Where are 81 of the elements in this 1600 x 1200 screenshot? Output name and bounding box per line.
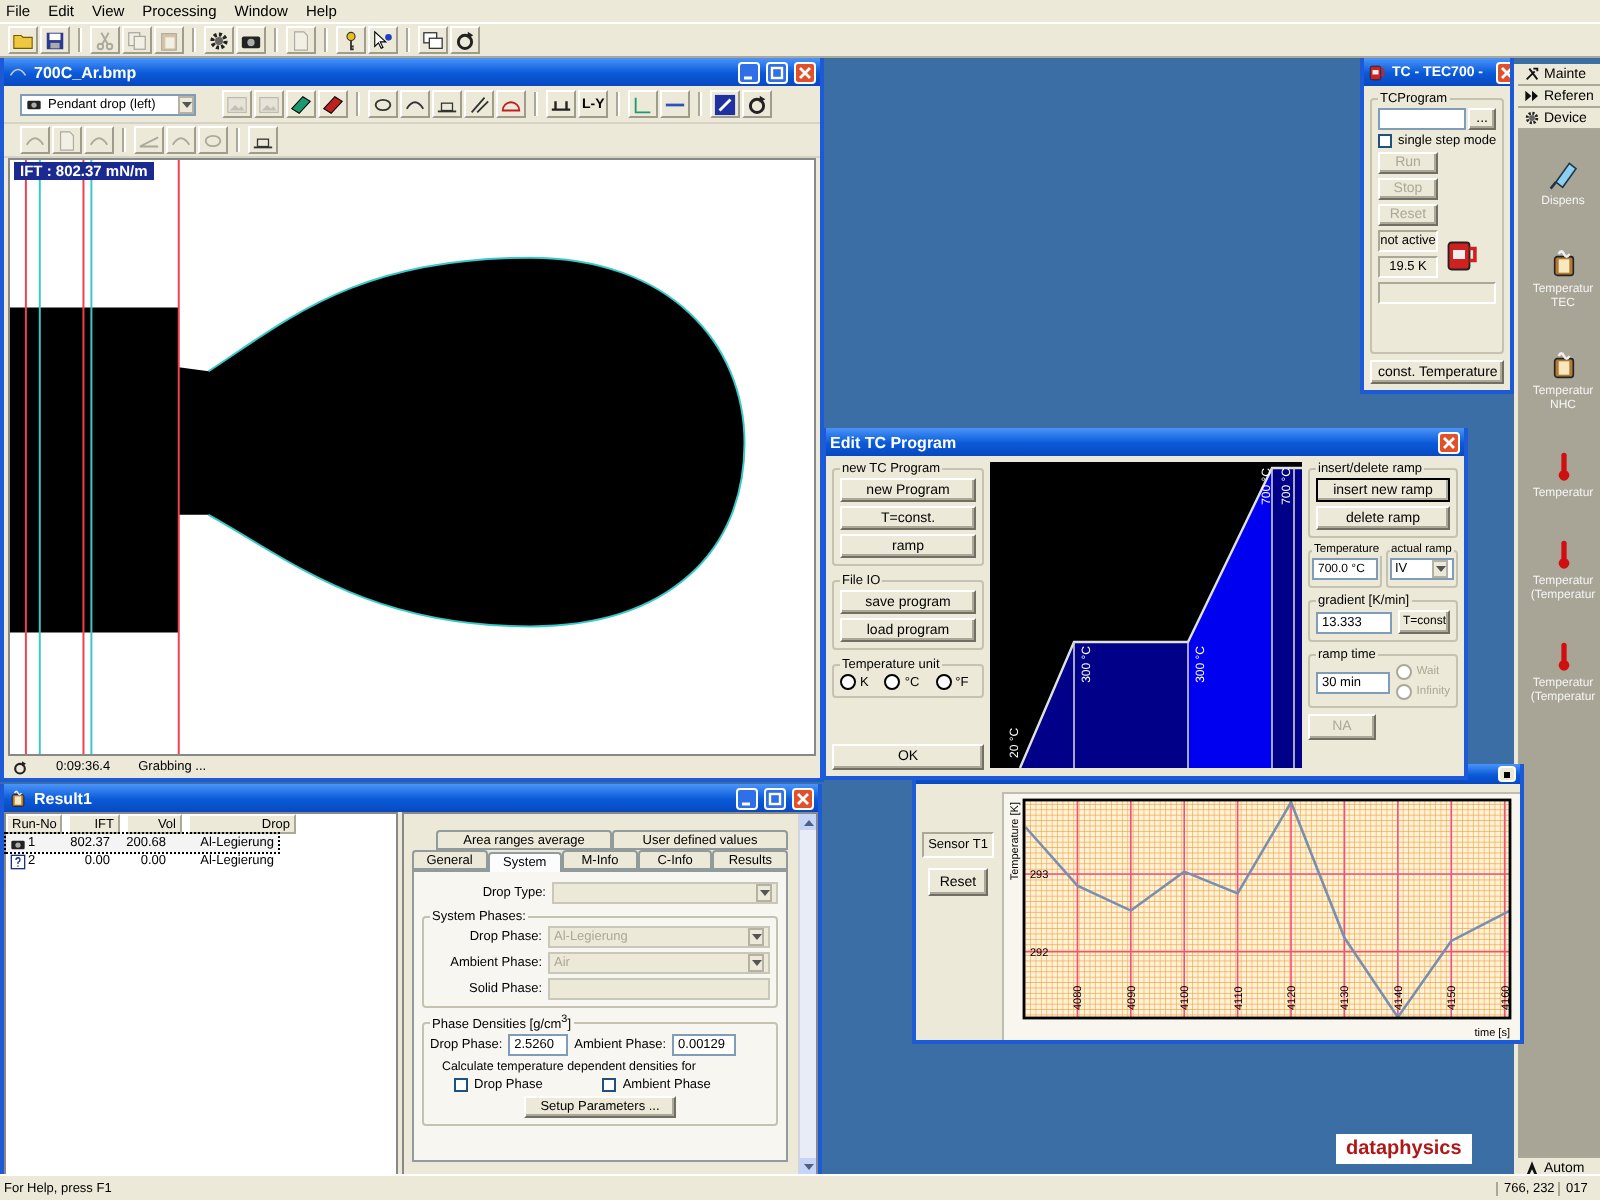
square-icon [1504, 771, 1510, 777]
ellipse-icon [202, 129, 224, 151]
maximize-button[interactable] [766, 61, 788, 83]
close-icon [796, 791, 810, 805]
circular-arrow-button[interactable] [742, 90, 773, 118]
bracket-button[interactable] [546, 90, 576, 118]
clipboard-icon [158, 29, 180, 51]
nib-icon [1524, 1160, 1540, 1174]
heating-cup-icon [8, 788, 28, 808]
window-menu-button[interactable] [1498, 766, 1516, 782]
pen-button[interactable] [710, 90, 741, 118]
caret-icon [751, 960, 761, 966]
image-icon [226, 93, 248, 115]
scroll-up-icon [803, 819, 813, 825]
pen-icon [714, 93, 737, 115]
folder-icon [12, 29, 34, 51]
checkbox[interactable] [1378, 134, 1392, 148]
baseline-button[interactable] [432, 90, 462, 118]
circular-arrow-button[interactable] [450, 26, 480, 54]
scroll-down-icon [803, 1163, 813, 1169]
floppy-disk-button[interactable] [40, 26, 70, 54]
pointer-button[interactable] [368, 26, 398, 54]
radio-button[interactable] [840, 674, 856, 690]
minimize-button[interactable] [736, 787, 758, 809]
corner-icon [632, 93, 655, 115]
windows-icon [422, 29, 444, 51]
corner-button[interactable] [628, 90, 659, 118]
pointer-icon [372, 29, 394, 51]
maximize-button[interactable] [764, 787, 786, 809]
window-title: Edit TC Program [830, 433, 957, 451]
folder-button[interactable] [8, 26, 38, 54]
radio-button[interactable] [884, 674, 901, 690]
scissors-icon [94, 29, 116, 51]
window-title: Result1 [34, 789, 92, 807]
caret-icon [181, 101, 191, 107]
brand-logo: dataphysics [1336, 1134, 1472, 1164]
copy-icon [126, 29, 148, 51]
close-button[interactable] [794, 61, 816, 83]
caret-icon [1435, 566, 1445, 572]
mug-icon [1368, 63, 1386, 81]
needle-icon [468, 93, 490, 115]
document-icon [56, 129, 78, 151]
camera-button[interactable] [236, 26, 266, 54]
windows-button[interactable] [418, 26, 448, 54]
document-icon [290, 29, 312, 51]
program-input-field[interactable] [1378, 108, 1467, 130]
close-icon [1499, 65, 1510, 79]
close-button[interactable] [1438, 431, 1460, 453]
minimize-button[interactable] [738, 61, 760, 83]
scrollbar[interactable] [798, 814, 816, 1174]
window-title: 700C_Ar.bmp [34, 63, 137, 81]
checkbox[interactable] [454, 1078, 468, 1093]
caret-icon [751, 934, 761, 940]
needle-button[interactable] [464, 90, 494, 118]
phase-input-field[interactable] [548, 978, 770, 1000]
film-strip-icon [290, 93, 312, 115]
mug-icon [1444, 238, 1480, 274]
close-icon [798, 65, 812, 79]
baseline-button[interactable] [248, 126, 278, 154]
key-button[interactable] [336, 26, 366, 54]
maximize-icon [770, 65, 784, 79]
key-icon [340, 29, 362, 51]
radio-button[interactable] [935, 674, 952, 690]
film-strip-button[interactable] [286, 90, 316, 118]
gear-button[interactable] [204, 26, 234, 54]
close-button[interactable] [792, 787, 814, 809]
camera-icon [26, 96, 42, 112]
checkbox[interactable] [602, 1078, 617, 1093]
line-button[interactable] [660, 90, 691, 118]
image-icon [258, 93, 280, 115]
maximize-icon [768, 791, 782, 805]
film-strip-icon [322, 93, 344, 115]
arc-button[interactable] [400, 90, 430, 118]
caret-icon [759, 890, 769, 896]
protractor-button[interactable] [496, 90, 526, 118]
film-strip-button[interactable] [318, 90, 348, 118]
ellipse-icon [372, 93, 394, 115]
gear-icon [208, 29, 230, 51]
close-icon [1442, 435, 1456, 449]
ellipse-button[interactable] [368, 90, 398, 118]
empty-status-box [1378, 282, 1496, 304]
